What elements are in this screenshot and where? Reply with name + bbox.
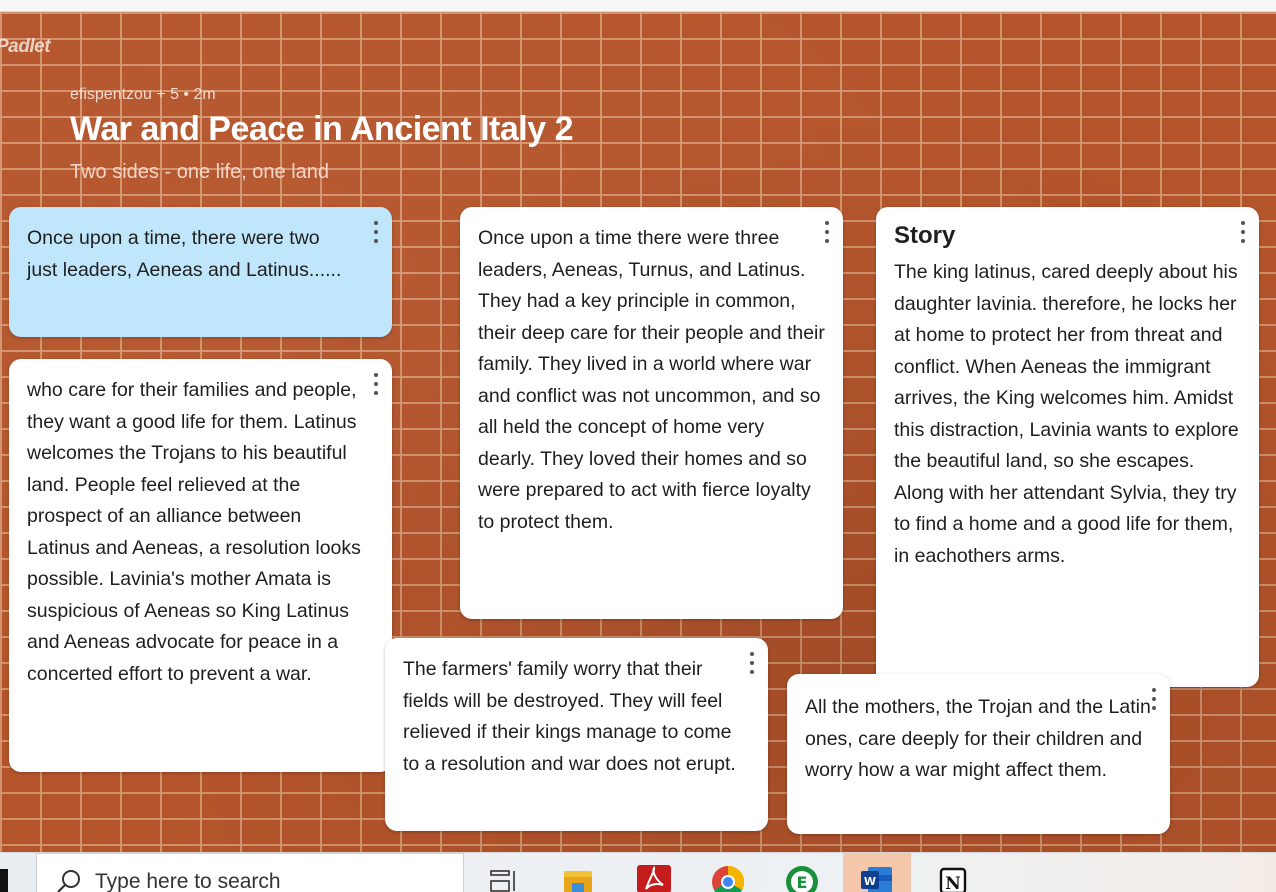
word-icon[interactable]: W (860, 865, 894, 892)
more-options-icon[interactable] (372, 373, 380, 395)
padlet-logo[interactable]: Padlet (0, 36, 51, 58)
post-card[interactable]: who care for their families and people, … (9, 359, 392, 772)
board-meta: efispentzou + 5 • 2m (70, 86, 216, 103)
post-body: The king latinus, cared deeply about his… (894, 261, 1239, 567)
more-options-icon[interactable] (823, 221, 831, 243)
evernote-icon[interactable]: E (785, 865, 819, 892)
more-options-icon[interactable] (1150, 688, 1158, 710)
file-explorer-icon[interactable] (561, 865, 595, 892)
browser-edge (0, 0, 1276, 12)
post-card[interactable]: Once upon a time there were three leader… (460, 207, 843, 619)
board-subtitle: Two sides - one life, one land (70, 161, 330, 183)
post-body: The farmers' family worry that their fie… (403, 658, 736, 775)
post-body: All the mothers, the Trojan and the Lati… (805, 696, 1151, 781)
svg-text:E: E (797, 873, 808, 892)
svg-text:W: W (864, 875, 876, 888)
board-title: War and Peace in Ancient Italy 2 (70, 110, 573, 148)
post-card[interactable]: The farmers' family worry that their fie… (385, 638, 768, 831)
more-options-icon[interactable] (372, 221, 380, 243)
post-card[interactable]: All the mothers, the Trojan and the Lati… (787, 674, 1170, 834)
search-icon (57, 870, 80, 892)
post-body: who care for their families and people, … (27, 379, 361, 685)
notion-icon[interactable]: N (937, 865, 971, 892)
post-card[interactable]: Once upon a time, there were two just le… (9, 207, 392, 337)
post-body: Once upon a time there were three leader… (478, 227, 825, 533)
start-button[interactable] (0, 869, 8, 892)
chrome-icon[interactable] (711, 865, 745, 892)
task-view-icon[interactable] (488, 865, 522, 892)
acrobat-icon[interactable] (637, 865, 671, 892)
post-heading: Story (894, 222, 956, 249)
post-card[interactable]: Story The king latinus, cared deeply abo… (876, 207, 1259, 687)
search-placeholder: Type here to search (95, 870, 281, 892)
more-options-icon[interactable] (1239, 221, 1247, 243)
windows-taskbar: Type here to search E W N (0, 852, 1276, 892)
taskbar-search[interactable]: Type here to search (36, 853, 464, 892)
post-body: Once upon a time, there were two just le… (27, 227, 342, 281)
svg-text:N: N (945, 874, 961, 892)
more-options-icon[interactable] (748, 652, 756, 674)
